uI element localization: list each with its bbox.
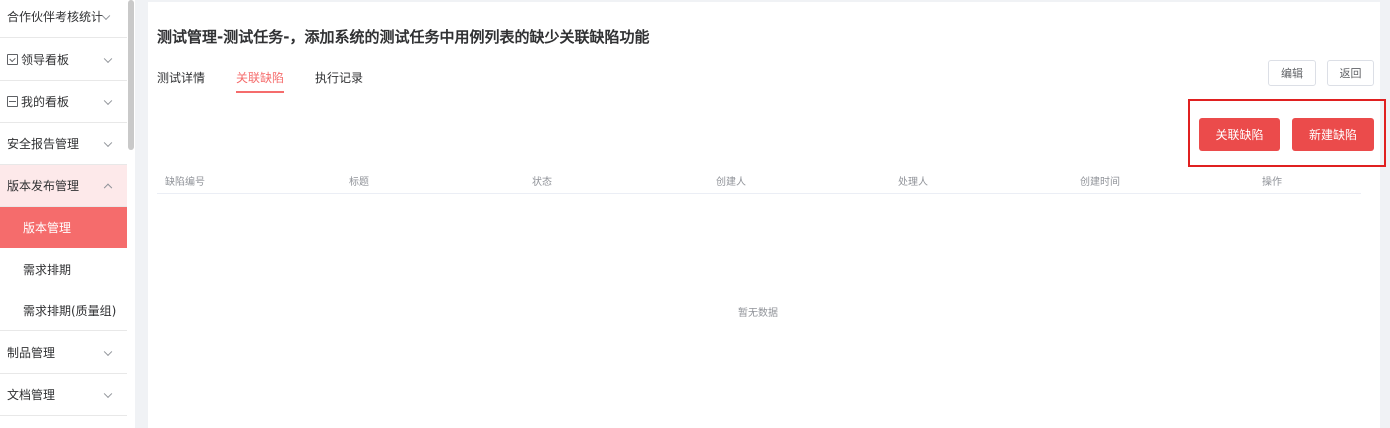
chevron-down-icon — [103, 54, 113, 63]
sidebar-subitem-requirement-schedule-qa[interactable]: 需求排期(质量组) — [0, 290, 127, 331]
sidebar-item-label: 安全报告管理 — [7, 137, 80, 151]
main-panel: 测试管理-测试任务-，添加系统的测试任务中用例列表的缺少关联缺陷功能 测试详情 … — [148, 2, 1386, 428]
sidebar-item-label: 合作伙伴考核统计 — [7, 10, 104, 24]
board-icon — [7, 54, 18, 65]
sidebar-item-my-board[interactable]: 我的看板 — [0, 81, 127, 123]
link-defect-button[interactable]: 关联缺陷 — [1199, 118, 1280, 151]
sidebar-item-label: 我的看板 — [21, 95, 70, 109]
column-header: 创建时间 — [1080, 177, 1120, 188]
sidebar-item-partner-stats[interactable]: 合作伙伴考核统计 — [0, 0, 127, 38]
column-header: 处理人 — [898, 177, 928, 188]
edit-button[interactable]: 编辑 — [1268, 60, 1316, 86]
sidebar-item-artifact-management[interactable]: 制品管理 — [0, 332, 127, 374]
chevron-down-icon — [103, 96, 113, 105]
sidebar-item-leader-board[interactable]: 领导看板 — [0, 39, 127, 81]
column-header: 状态 — [532, 177, 552, 188]
chevron-up-icon — [103, 183, 113, 192]
tab-test-details[interactable]: 测试详情 — [157, 69, 205, 93]
tab-linked-defects[interactable]: 关联缺陷 — [236, 69, 285, 93]
sidebar-item-label: 文档管理 — [7, 388, 56, 402]
sidebar-scrollbar[interactable] — [128, 0, 134, 150]
sidebar-item-label: 版本发布管理 — [7, 179, 80, 193]
chevron-down-icon — [101, 11, 111, 20]
column-header: 缺陷编号 — [165, 177, 205, 188]
column-header: 创建人 — [716, 177, 746, 188]
sidebar-item-label: 制品管理 — [7, 346, 56, 360]
chevron-down-icon — [103, 389, 113, 398]
table-header: 缺陷编号 标题 状态 创建人 处理人 创建时间 操作 — [157, 164, 1361, 194]
column-header: 操作 — [1262, 177, 1282, 188]
column-header: 标题 — [349, 177, 369, 188]
sidebar-item-label: 领导看板 — [21, 53, 70, 67]
new-defect-button[interactable]: 新建缺陷 — [1292, 118, 1374, 151]
tab-execution-records[interactable]: 执行记录 — [315, 69, 363, 93]
sidebar: 合作伙伴考核统计 领导看板 我的看板 安全报告管理 版本发布管理 版本管理 需求… — [0, 0, 127, 428]
chevron-down-icon — [103, 138, 113, 147]
mine-board-icon — [7, 96, 18, 107]
back-button[interactable]: 返回 — [1327, 60, 1374, 86]
sidebar-subitem-version-management[interactable]: 版本管理 — [0, 207, 127, 248]
sidebar-item-release-management[interactable]: 版本发布管理 — [0, 165, 127, 207]
chevron-down-icon — [103, 347, 113, 356]
page-title: 测试管理-测试任务-，添加系统的测试任务中用例列表的缺少关联缺陷功能 — [157, 28, 650, 46]
sidebar-item-security-report[interactable]: 安全报告管理 — [0, 123, 127, 165]
empty-state-text: 暂无数据 — [738, 308, 778, 319]
sidebar-subitem-requirement-schedule[interactable]: 需求排期 — [0, 249, 127, 290]
sidebar-item-document-management[interactable]: 文档管理 — [0, 374, 127, 416]
